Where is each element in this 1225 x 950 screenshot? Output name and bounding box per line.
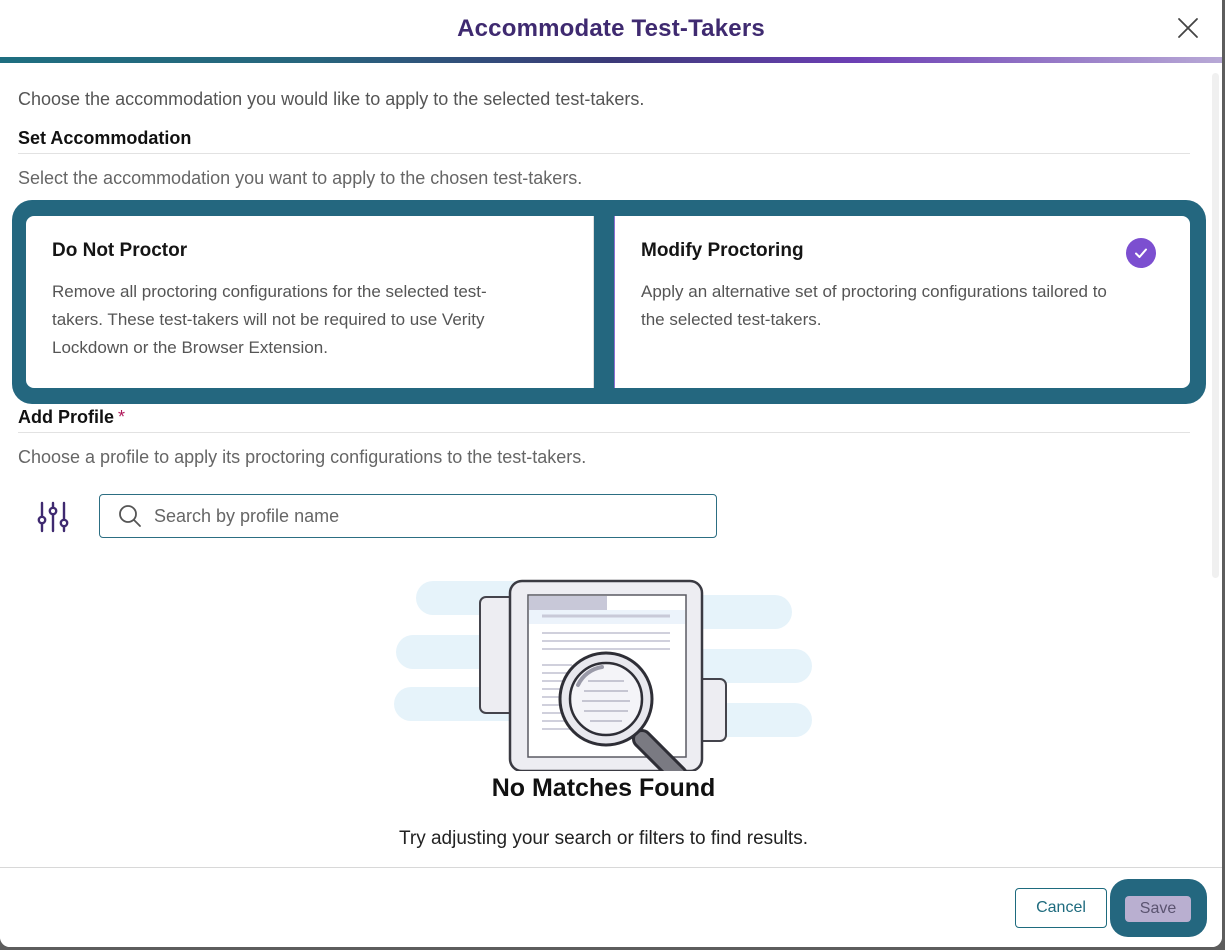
modal-header: Accommodate Test-Takers bbox=[0, 0, 1222, 58]
close-icon bbox=[1178, 18, 1198, 38]
selected-check-badge bbox=[1126, 238, 1156, 268]
modal-title: Accommodate Test-Takers bbox=[457, 15, 765, 42]
required-asterisk: * bbox=[118, 407, 126, 427]
option-description: Apply an alternative set of proctoring c… bbox=[641, 282, 1107, 329]
modal-scrollbar[interactable] bbox=[1210, 63, 1222, 867]
add-profile-helper: Choose a profile to apply its proctoring… bbox=[18, 447, 587, 467]
magnifier-illustration-icon bbox=[394, 579, 812, 785]
option-do-not-proctor[interactable]: Do Not Proctor Remove all proctoring con… bbox=[26, 216, 594, 388]
section-divider bbox=[18, 432, 1190, 433]
set-accommodation-helper: Select the accommodation you want to app… bbox=[18, 168, 583, 188]
set-accommodation-heading: Set Accommodation bbox=[18, 128, 192, 148]
profile-search-field[interactable] bbox=[99, 494, 717, 538]
modal-body[interactable]: Choose the accommodation you would like … bbox=[0, 63, 1210, 867]
section-divider bbox=[18, 153, 1190, 154]
save-button[interactable]: Save bbox=[1125, 896, 1191, 922]
option-title: Modify Proctoring bbox=[641, 240, 804, 261]
option-modify-proctoring[interactable]: Modify Proctoring Apply an alternative s… bbox=[614, 216, 1190, 388]
search-icon bbox=[119, 505, 141, 527]
option-description: Remove all proctoring configurations for… bbox=[52, 282, 487, 357]
cancel-button[interactable]: Cancel bbox=[1015, 888, 1107, 928]
empty-state-title: No Matches Found bbox=[491, 774, 716, 802]
empty-state-subtitle: Try adjusting your search or filters to … bbox=[398, 828, 808, 849]
accommodate-modal: Accommodate Test-Takers Choose the accom… bbox=[0, 0, 1222, 947]
modal-footer: Cancel Save bbox=[0, 867, 1222, 947]
add-profile-label: Add Profile bbox=[18, 407, 115, 427]
accommodation-options-focus-ring: Do Not Proctor Remove all proctoring con… bbox=[12, 200, 1206, 404]
add-profile-heading: Add Profile * bbox=[18, 407, 125, 428]
filter-sliders-icon bbox=[37, 501, 69, 533]
profile-search-input[interactable] bbox=[154, 505, 694, 527]
check-icon bbox=[1135, 248, 1147, 258]
option-title: Do Not Proctor bbox=[52, 240, 188, 261]
filter-button[interactable] bbox=[36, 501, 70, 533]
scrollbar-thumb[interactable] bbox=[1212, 73, 1219, 578]
empty-state-illustration bbox=[392, 575, 816, 785]
close-button[interactable] bbox=[1176, 16, 1200, 40]
modal-intro: Choose the accommodation you would like … bbox=[18, 89, 645, 109]
save-button-focus-ring: Save bbox=[1110, 879, 1207, 937]
